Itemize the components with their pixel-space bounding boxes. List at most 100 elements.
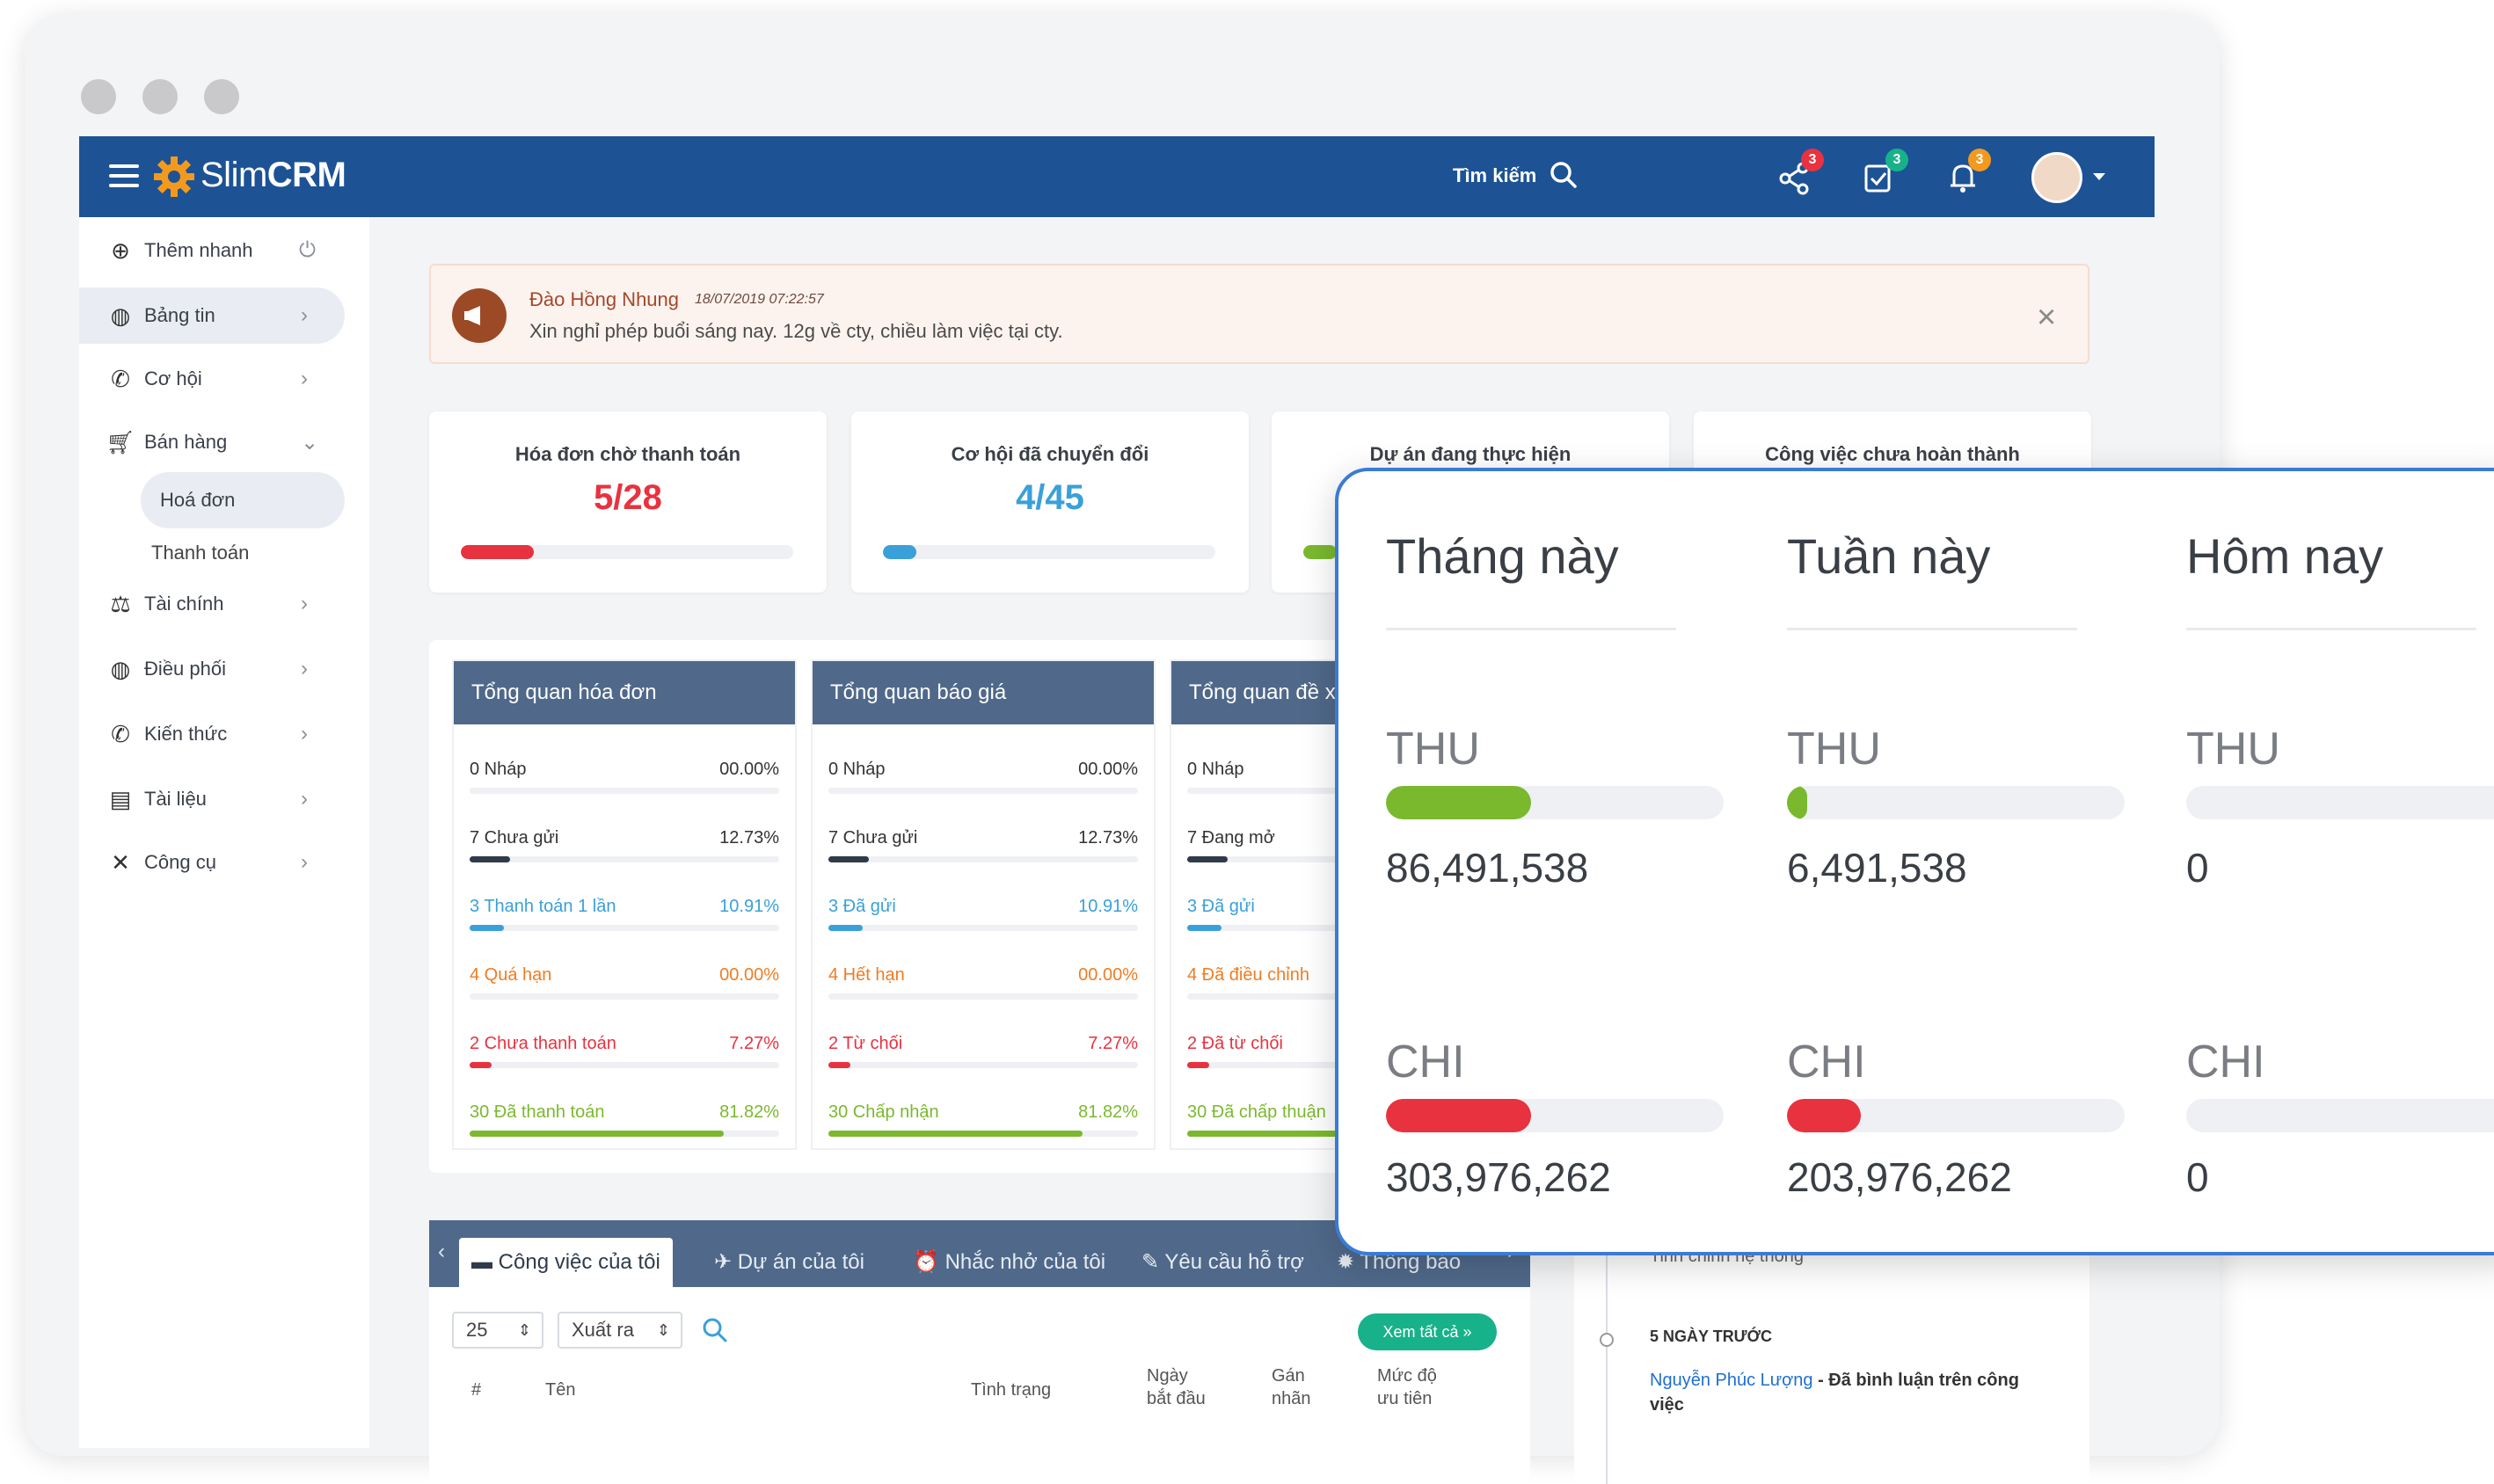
income-value: 86,491,538 [1386,845,1589,891]
chevron-right-icon: › [301,722,308,746]
overview-row-label: 7 Chưa gửi [470,828,559,847]
overview-row[interactable]: 3 Đã gửi 10.91% [828,897,1138,949]
tab-my-reminders[interactable]: ⏰ Nhắc nhở của tôi [901,1238,1118,1287]
overview-row-bar [470,993,779,1000]
sidebar-item-coordination[interactable]: ◍ Điều phối › [79,641,345,697]
table-header-index[interactable]: # [471,1380,481,1400]
overview-row-label: 2 Chưa thanh toán [470,1034,616,1053]
income-progress-bar [1386,786,1724,819]
menu-icon[interactable] [109,164,139,187]
expense-label: CHI [1386,1037,1465,1088]
notification-author[interactable]: Đào Hồng Nhung [529,288,679,311]
income-value: 0 [2186,845,2209,891]
overview-row-percent: 7.27% [729,1034,779,1053]
overview-row[interactable]: 2 Từ chối 7.27% [828,1034,1138,1087]
overview-row-percent: 00.00% [1078,965,1138,985]
chevron-down-icon[interactable] [2093,173,2105,180]
overview-row-label: 30 Chấp nhận [828,1102,939,1122]
overview-row-percent: 12.73% [1078,828,1138,847]
overview-row-label: 0 Nháp [470,760,527,779]
search-icon[interactable] [1546,157,1581,193]
table-header-name[interactable]: Tên [545,1380,575,1400]
search-label[interactable]: Tìm kiếm [1453,164,1536,187]
overview-row[interactable]: 4 Hết hạn 00.00% [828,965,1138,1018]
overview-row-label: 7 Đang mở [1187,828,1275,847]
overview-row[interactable]: 7 Chưa gửi 12.73% [828,828,1138,881]
tab-label: Dự án của tôi [737,1250,864,1274]
sidebar-item-sales[interactable]: 🛒︎ Bán hàng ⌄ [79,414,345,470]
window-close-dot[interactable] [81,79,116,114]
logo-text-light: Slim [201,156,267,194]
income-label: THU [1787,724,1881,775]
stat-card-unpaid-invoices[interactable]: Hóa đơn chờ thanh toán 5/28 [429,411,827,593]
see-all-button[interactable]: Xem tất cả » [1358,1313,1497,1350]
notification-date: 18/07/2019 07:22:57 [695,292,824,307]
stat-card-converted-opportunities[interactable]: Cơ hội đã chuyển đổi 4/45 [851,411,1249,593]
table-header-priority[interactable]: Mức độ ưu tiên [1377,1364,1456,1410]
overview-row[interactable]: 7 Chưa gửi 12.73% [470,828,779,881]
sidebar-subitem-payments[interactable]: Thanh toán [79,525,345,581]
overview-row[interactable]: 3 Thanh toán 1 lần 10.91% [470,897,779,949]
overview-row-bar [828,788,1138,794]
chevron-right-icon: › [301,787,308,811]
window-minimize-dot[interactable] [142,79,178,114]
overview-panel-invoices: Tổng quan hóa đơn 0 Nháp 00.00% 7 Chưa gửi… [452,659,797,1150]
table-header-tags[interactable]: Gán nhãn [1272,1364,1324,1410]
expense-value: 303,976,262 [1386,1154,1611,1200]
sidebar-item-documents[interactable]: ▤ Tài liệu › [79,771,345,827]
tab-label: Công việc của tôi [498,1250,660,1274]
export-label: Xuất ra [572,1319,634,1341]
app-logo[interactable]: SlimCRM [201,156,346,195]
overview-row[interactable]: 4 Quá hạn 00.00% [470,965,779,1018]
stat-progress-bar [883,545,1215,559]
overview-row[interactable]: 2 Chưa thanh toán 7.27% [470,1034,779,1087]
overview-row-percent: 00.00% [719,965,779,985]
overview-row-percent: 00.00% [719,760,779,779]
stat-progress-fill [1303,545,1337,559]
table-header-start-date[interactable]: Ngày bắt đầu [1147,1364,1217,1410]
search-icon[interactable] [700,1315,730,1345]
chevron-right-icon: › [301,303,308,327]
overview-row[interactable]: 0 Nháp 00.00% [470,760,779,812]
sidebar-item-opportunities[interactable]: ✆ Cơ hội › [79,351,345,407]
overview-row[interactable]: 30 Đã thanh toán 81.82% [470,1102,779,1155]
power-icon[interactable]: ⏻ [299,238,316,263]
sidebar-subitem-invoices[interactable]: Hoá đơn [141,472,345,528]
stat-progress-fill [461,545,535,559]
timeline-line [1606,1220,1608,1484]
sidebar-item-tools[interactable]: ✕ Công cụ › [79,834,345,891]
tab-label: Yêu cầu hỗ trợ [1164,1250,1304,1274]
tab-my-projects[interactable]: ✈ Dự án của tôi [702,1238,877,1287]
income-label: THU [2186,724,2280,775]
window-maximize-dot[interactable] [204,79,239,114]
stat-title: Hóa đơn chờ thanh toán [514,443,741,465]
period-divider [2186,628,2476,630]
quick-add-item[interactable]: ⊕ Thêm nhanh ⏻ [79,222,345,279]
expense-progress-fill [1386,1099,1532,1132]
overview-row-bar [828,856,1138,862]
tab-support-requests[interactable]: ✎ Yêu cầu hỗ trợ [1129,1238,1316,1287]
overview-row[interactable]: 30 Chấp nhận 81.82% [828,1102,1138,1155]
sidebar-item-news[interactable]: ◍ Bảng tin › [79,287,345,344]
overview-row-percent: 10.91% [719,897,779,916]
sidebar-item-finance[interactable]: ⚖ Tài chính › [79,576,345,632]
overview-row-bar [828,1062,1138,1068]
page-size-select[interactable]: 25 ⇕ [452,1312,543,1349]
chevron-left-icon[interactable]: ‹ [438,1240,445,1264]
table-header-status[interactable]: Tình trạng [971,1380,1051,1400]
tab-my-tasks[interactable]: ▬ Công việc của tôi [459,1238,673,1287]
export-select[interactable]: Xuất ra ⇕ [558,1312,682,1349]
overview-row-bar-fill [1187,925,1221,931]
overview-row-percent: 7.27% [1088,1034,1138,1053]
user-avatar[interactable] [2031,152,2082,203]
sidebar-item-knowledge[interactable]: ✆ Kiến thức › [79,706,345,762]
overview-row-bar-fill [828,1131,1083,1137]
sidebar-item-label: Điều phối [144,658,226,680]
overview-row[interactable]: 0 Nháp 00.00% [828,760,1138,812]
feed-author-link[interactable]: Nguyễn Phúc Lượng [1650,1371,1813,1390]
close-icon[interactable]: × [2037,299,2056,337]
income-progress-fill [1787,786,1808,819]
stat-title: Dự án đang thực hiện [1369,443,1572,465]
overview-row-bar [828,1131,1138,1137]
tasks-widget: ‹ ▬ Công việc của tôi ✈ Dự án của tôi ⏰ … [429,1220,1530,1484]
